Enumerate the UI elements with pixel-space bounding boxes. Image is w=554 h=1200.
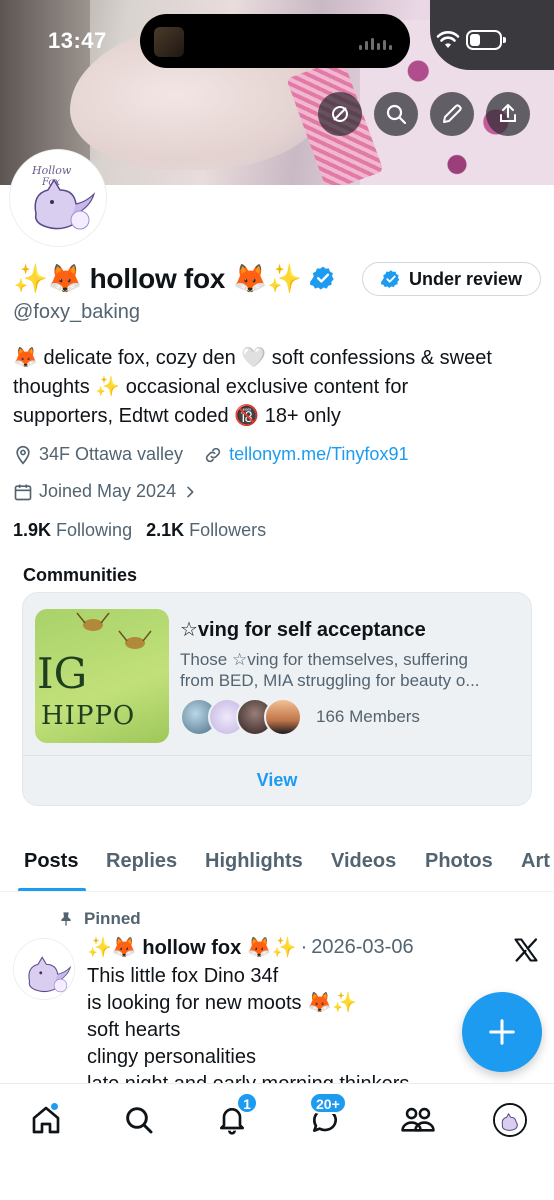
notifications-badge: 1 bbox=[236, 1092, 258, 1114]
display-name: ✨🦊 hollow fox 🦊✨ bbox=[13, 262, 302, 294]
calendar-icon bbox=[14, 484, 32, 500]
post-line: This little fox Dino 34f bbox=[87, 965, 279, 987]
pin-icon bbox=[61, 912, 71, 926]
post-date[interactable]: 2026-03-06 bbox=[311, 936, 413, 959]
community-name: ☆ving for self acceptance bbox=[180, 619, 426, 641]
pinned-label: Pinned bbox=[84, 909, 141, 928]
nav-communities[interactable] bbox=[398, 1100, 438, 1140]
profile-handle: @foxy_baking bbox=[13, 301, 141, 323]
nav-profile[interactable] bbox=[490, 1100, 530, 1140]
bottom-navigation: 1 20+ bbox=[0, 1083, 554, 1200]
pinned-label-row: Pinned bbox=[58, 909, 141, 929]
profile-link[interactable]: tellonym.me/Tinyfox91 bbox=[229, 444, 408, 465]
member-avatar bbox=[264, 698, 302, 736]
verified-check-icon bbox=[381, 270, 400, 288]
nav-home[interactable] bbox=[26, 1100, 66, 1140]
divider bbox=[23, 755, 531, 756]
joined-row[interactable]: Joined May 2024 bbox=[13, 481, 198, 502]
community-members: 166 Members bbox=[180, 697, 420, 737]
nav-search[interactable] bbox=[119, 1100, 159, 1140]
under-review-label: Under review bbox=[408, 268, 523, 289]
followers-label: Followers bbox=[189, 520, 267, 540]
chevron-right-icon bbox=[187, 486, 194, 497]
nav-messages[interactable]: 20+ bbox=[305, 1092, 347, 1140]
profile-name-row: ✨🦊 hollow fox 🦊✨ bbox=[13, 258, 336, 298]
profile-avatar-icon bbox=[493, 1103, 527, 1137]
profile-bio: 🦊 delicate fox, cozy den 🤍 soft confessi… bbox=[13, 344, 543, 431]
post-author-name[interactable]: ✨🦊 hollow fox 🦊✨ bbox=[87, 935, 297, 960]
audio-wave-icon bbox=[359, 36, 392, 50]
location-pin-icon bbox=[16, 445, 30, 465]
edit-pencil-icon[interactable] bbox=[430, 92, 474, 136]
bio-line: thoughts ✨ occasional exclusive content … bbox=[13, 376, 409, 398]
post-line: is looking for new moots 🦊✨ bbox=[87, 992, 357, 1014]
tab-photos[interactable]: Photos bbox=[425, 850, 493, 873]
bio-line: supporters, Edtwt coded 🔞 18+ only bbox=[13, 405, 341, 427]
people-icon bbox=[401, 1107, 435, 1132]
share-icon[interactable] bbox=[486, 92, 530, 136]
home-unread-dot bbox=[50, 1102, 59, 1111]
link-icon bbox=[205, 447, 221, 462]
community-thumbnail: IG HIPPO bbox=[35, 609, 169, 743]
post-header: ✨🦊 hollow fox 🦊✨ · 2026-03-06 bbox=[87, 935, 414, 960]
member-count: 166 Members bbox=[316, 707, 420, 726]
nav-notifications[interactable]: 1 bbox=[212, 1092, 258, 1140]
communities-heading: Communities bbox=[23, 565, 138, 585]
profile-avatar[interactable]: Hollow Fox bbox=[10, 150, 106, 246]
follow-stats: 1.9K Following 2.1K Followers bbox=[13, 520, 266, 541]
plus-icon bbox=[489, 1019, 515, 1045]
location-text: 34F Ottawa valley bbox=[39, 444, 184, 464]
post-separator: · bbox=[300, 936, 308, 958]
avatar-lettering-hollow: Hollow bbox=[31, 164, 72, 177]
following-label: Following bbox=[56, 520, 133, 540]
tab-art[interactable]: Art bbox=[521, 850, 550, 873]
thumbnail-lettering: IG bbox=[37, 649, 88, 698]
tab-posts[interactable]: Posts bbox=[24, 850, 78, 873]
post-line: soft hearts bbox=[87, 1019, 181, 1041]
community-description-line: Those ☆ving for themselves, suffering bbox=[180, 650, 469, 669]
search-icon bbox=[126, 1107, 153, 1134]
active-tab-indicator bbox=[18, 888, 86, 891]
wifi-icon bbox=[436, 31, 460, 48]
tab-videos[interactable]: Videos bbox=[331, 850, 396, 873]
view-community-button[interactable]: View bbox=[23, 763, 531, 797]
post-line: late night and early morning thinkers bbox=[87, 1071, 447, 1083]
now-playing-artwork bbox=[154, 27, 184, 57]
bio-line: 🦊 delicate fox, cozy den 🤍 soft confessi… bbox=[13, 347, 492, 369]
post-line: clingy personalities bbox=[87, 1046, 256, 1068]
profile-tabs: Posts Replies Highlights Videos Photos A… bbox=[0, 840, 554, 892]
following-count: 1.9K bbox=[13, 520, 52, 540]
refresh-icon[interactable] bbox=[318, 92, 362, 136]
x-logo-icon[interactable] bbox=[512, 936, 540, 964]
community-card[interactable]: IG HIPPO ☆ving for self acceptance Those… bbox=[22, 592, 532, 806]
messages-badge: 20+ bbox=[309, 1092, 347, 1114]
followers-count: 2.1K bbox=[146, 520, 185, 540]
under-review-button[interactable]: Under review bbox=[362, 262, 541, 296]
tab-replies[interactable]: Replies bbox=[106, 850, 177, 873]
compose-post-button[interactable] bbox=[462, 992, 542, 1072]
battery-icon bbox=[466, 30, 506, 50]
post-text[interactable]: This little fox Dino 34f is looking for … bbox=[87, 963, 447, 1083]
dynamic-island[interactable] bbox=[140, 14, 410, 68]
post-author-avatar[interactable] bbox=[13, 938, 75, 1000]
community-description: Those ☆ving for themselves, suffering fr… bbox=[180, 649, 520, 691]
community-description-line: from BED, MIA struggling for beauty o... bbox=[180, 671, 480, 690]
thumbnail-lettering: HIPPO bbox=[41, 701, 136, 731]
search-icon[interactable] bbox=[374, 92, 418, 136]
status-bar: 13:47 bbox=[0, 0, 554, 80]
profile-meta-row: 34F Ottawa valley tellonym.me/Tinyfox91 bbox=[13, 444, 408, 465]
status-time: 13:47 bbox=[48, 28, 107, 53]
verified-badge-icon[interactable] bbox=[309, 265, 336, 291]
followers-link[interactable]: 2.1K Followers bbox=[146, 520, 266, 541]
following-link[interactable]: 1.9K Following bbox=[13, 520, 132, 541]
tab-highlights[interactable]: Highlights bbox=[205, 850, 303, 873]
joined-text: Joined May 2024 bbox=[39, 481, 177, 501]
